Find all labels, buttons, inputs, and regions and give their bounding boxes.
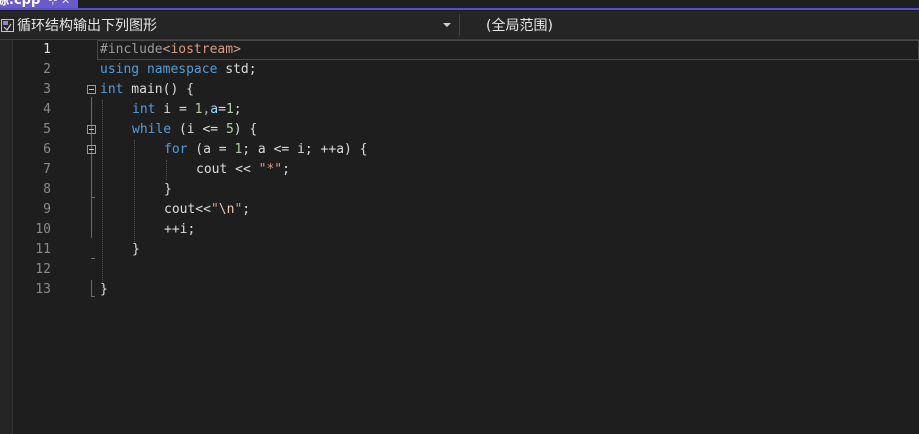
line-number: 2	[43, 62, 51, 77]
code-line-7[interactable]: 7 cout << "*";	[0, 160, 919, 180]
code-fragment: ;	[282, 162, 290, 177]
line-number: 13	[35, 282, 51, 297]
code-text: }	[164, 182, 172, 197]
code-fragment: main() {	[123, 82, 194, 97]
code-fragment: (i <=	[171, 122, 226, 137]
code-fragment: ;	[233, 102, 242, 117]
code-line-12[interactable]: 12	[0, 260, 919, 280]
code-line-6[interactable]: 6 for (a = 1; a <= i; ++a) {	[0, 140, 919, 160]
code-line-10[interactable]: 10 ++i;	[0, 220, 919, 240]
escape-sequence: \n	[218, 202, 235, 217]
tab-source-file[interactable]: 源.cpp ⊹ ✕	[0, 0, 79, 8]
code-text: int main() {	[100, 80, 194, 100]
line-number: 8	[43, 182, 51, 197]
project-dropdown[interactable]: 循环结构输出下列图形	[0, 14, 455, 36]
code-fragment: ;	[242, 202, 251, 217]
code-line-3[interactable]: 3 int main() {	[0, 80, 919, 100]
collapse-for-icon[interactable]	[87, 145, 96, 154]
tab-strip: 源.cpp ⊹ ✕	[0, 0, 919, 10]
tab-label: 源.cpp	[0, 0, 41, 8]
code-text: #include<iostream>	[100, 40, 241, 60]
line-number: 9	[43, 202, 51, 217]
preprocessor-directive: #include	[100, 42, 163, 57]
keyword-int: int	[100, 82, 124, 97]
pin-close-icon[interactable]: ⊹ ✕	[48, 0, 70, 8]
string-quote: "	[210, 202, 219, 217]
code-text: using namespace std;	[100, 60, 257, 80]
line-number: 1	[43, 42, 51, 57]
tab-accent-line	[0, 8, 919, 10]
collapse-main-icon[interactable]	[87, 85, 96, 94]
collapse-while-icon[interactable]	[87, 125, 96, 134]
code-fragment: =	[218, 102, 226, 117]
number-literal: 1	[225, 102, 234, 117]
line-number: 4	[43, 102, 51, 117]
string-literal: "*"	[258, 162, 283, 177]
project-name: 循环结构输出下列图形	[17, 18, 157, 34]
code-line-1[interactable]: 1 #include<iostream>	[0, 40, 919, 60]
code-text: }	[132, 242, 140, 257]
number-literal: 5	[225, 122, 234, 137]
navbar-separator	[459, 14, 460, 36]
code-line-5[interactable]: 5 while (i <= 5) {	[0, 120, 919, 140]
keyword-namespace: namespace	[146, 62, 218, 77]
navigation-bar: 循环结构输出下列图形 (全局范围)	[0, 11, 919, 40]
scope-name: (全局范围)	[486, 18, 553, 34]
code-fragment: cout <<	[196, 162, 259, 177]
project-icon	[1, 18, 14, 32]
code-text: int i = 1,a=1;	[132, 100, 242, 120]
code-fragment: std;	[217, 62, 257, 77]
code-line-8[interactable]: 8 }	[0, 180, 919, 200]
code-fragment: ; a <= i; ++a) {	[242, 142, 368, 157]
line-number: 10	[35, 222, 51, 237]
scope-dropdown[interactable]: (全局范围)	[486, 14, 553, 36]
code-line-4[interactable]: 4 int i = 1,a=1;	[0, 100, 919, 120]
line-number: 3	[43, 82, 51, 97]
keyword-int: int	[132, 102, 156, 117]
code-text: }	[100, 282, 108, 297]
code-line-2[interactable]: 2 using namespace std;	[0, 60, 919, 80]
code-editor[interactable]: 1 #include<iostream> 2 using namespace s…	[0, 40, 919, 434]
code-fragment: i =	[155, 102, 195, 117]
code-line-11[interactable]: 11 }	[0, 240, 919, 260]
line-number: 6	[43, 142, 51, 157]
keyword-for: for	[164, 142, 188, 157]
line-number: 5	[43, 122, 51, 137]
code-fragment: cout<<	[164, 202, 211, 217]
code-line-13[interactable]: 13 }	[0, 280, 919, 300]
keyword-using: using	[100, 62, 140, 77]
line-number: 7	[43, 162, 51, 177]
keyword-while: while	[132, 122, 172, 137]
project-dropdown-arrow-icon[interactable]	[443, 23, 451, 27]
code-line-9[interactable]: 9 cout<<"\n";	[0, 200, 919, 220]
code-text: cout<<"\n";	[164, 200, 250, 220]
code-text: ++i;	[164, 222, 196, 237]
include-target: <iostream>	[162, 42, 241, 57]
code-text: for (a = 1; a <= i; ++a) {	[164, 140, 368, 160]
code-text: while (i <= 5) {	[132, 120, 257, 140]
variable-a: a	[210, 102, 219, 117]
code-fragment: (a =	[187, 142, 235, 157]
line-number: 12	[35, 262, 51, 277]
code-text: cout << "*";	[196, 160, 290, 180]
line-number: 11	[35, 242, 51, 257]
code-fragment: ) {	[233, 122, 258, 137]
